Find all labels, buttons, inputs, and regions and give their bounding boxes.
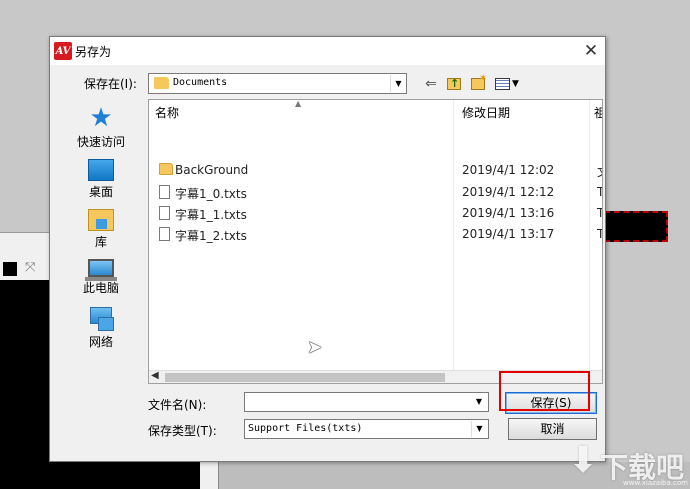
list-item[interactable]: 字幕1_2.txts 2019/4/1 13:17 T	[157, 224, 602, 245]
save-as-dialog: AV 另存为 ✕ 保存在(I): Documents ▼ ⇐ ▼ ★ 快速访问 …	[49, 36, 606, 462]
item-name: 字幕1_0.txts	[175, 187, 247, 201]
item-type: T	[597, 227, 602, 241]
new-folder-button[interactable]	[469, 70, 487, 93]
watermark-url: www.xiazaiba.com	[623, 479, 688, 487]
list-item[interactable]: 字幕1_0.txts 2019/4/1 12:12 T	[157, 182, 602, 203]
close-button[interactable]: ✕	[581, 41, 601, 61]
item-name: BackGround	[175, 163, 249, 177]
download-arrow-icon: ⬇	[568, 440, 599, 481]
network-icon	[88, 307, 114, 331]
mouse-cursor-icon: ➤	[307, 337, 323, 358]
computer-icon	[85, 259, 117, 281]
chevron-down-icon[interactable]: ▼	[390, 75, 406, 92]
folder-icon	[159, 163, 173, 175]
column-header-name[interactable]: 名称	[155, 104, 179, 122]
file-type-select[interactable]: Support Files(txts) ▼	[244, 419, 489, 439]
file-name-combo[interactable]: ▼	[244, 392, 489, 412]
app-logo-icon: AV	[54, 42, 72, 60]
star-icon: ★	[89, 103, 113, 133]
library-icon	[88, 209, 114, 231]
column-header-date[interactable]: 修改日期	[462, 104, 510, 122]
place-library[interactable]: 库	[70, 207, 132, 250]
place-network[interactable]: 网络	[70, 307, 132, 350]
cancel-button[interactable]: 取消	[508, 418, 597, 440]
caret-down-icon: ▼	[512, 79, 519, 89]
place-label: 网络	[88, 335, 113, 349]
background-black-square	[3, 262, 17, 276]
place-label: 桌面	[88, 185, 113, 199]
place-label: 此电脑	[82, 281, 119, 295]
up-folder-button[interactable]	[445, 75, 463, 93]
list-item[interactable]: BackGround 2019/4/1 12:02 文	[157, 160, 602, 181]
scroll-left-icon[interactable]: ◀	[151, 370, 159, 381]
watermark-logo: ⬇ 下载吧 www.xiazaiba.com	[568, 440, 688, 488]
dialog-titlebar[interactable]: AV 另存为 ✕	[50, 37, 605, 65]
file-list[interactable]: ▲ 名称 修改日期 祖 BackGround 2019/4/1 12:02 文 …	[148, 99, 603, 384]
save-in-dropdown[interactable]: Documents ▼	[148, 73, 407, 94]
item-date: 2019/4/1 13:16	[462, 206, 555, 220]
place-this-pc[interactable]: 此电脑	[70, 255, 132, 296]
file-icon	[159, 185, 170, 199]
back-arrow-icon: ⇐	[425, 76, 437, 92]
view-menu-button[interactable]: ▼	[493, 75, 523, 93]
background-selection-box	[604, 211, 668, 242]
crop-icon: ⤧	[25, 260, 36, 275]
view-menu-icon	[495, 78, 510, 90]
item-name: 字幕1_2.txts	[175, 229, 247, 243]
place-desktop[interactable]: 桌面	[70, 157, 132, 200]
scrollbar-thumb[interactable]	[165, 373, 445, 382]
column-divider[interactable]	[589, 100, 590, 370]
place-label: 快速访问	[76, 135, 125, 149]
column-header-type[interactable]: 祖	[594, 104, 602, 122]
item-date: 2019/4/1 12:12	[462, 185, 555, 199]
list-item[interactable]: 字幕1_1.txts 2019/4/1 13:16 T	[157, 203, 602, 224]
save-in-label: 保存在(I):	[84, 77, 137, 91]
sort-ascending-icon: ▲	[295, 99, 302, 108]
place-quick-access[interactable]: ★ 快速访问	[70, 105, 132, 150]
desktop-icon	[88, 159, 114, 181]
new-folder-icon	[471, 70, 487, 90]
chevron-down-icon[interactable]: ▼	[471, 421, 487, 437]
file-icon	[159, 227, 170, 241]
back-button[interactable]: ⇐	[423, 75, 439, 93]
save-in-value: Documents	[173, 77, 228, 88]
folder-icon	[154, 77, 169, 89]
item-date: 2019/4/1 12:02	[462, 163, 555, 177]
dialog-title: 另存为	[75, 45, 112, 59]
file-type-label: 保存类型(T):	[148, 424, 217, 438]
chevron-down-icon[interactable]: ▼	[471, 394, 487, 410]
item-type: T	[597, 206, 602, 220]
item-name: 字幕1_1.txts	[175, 208, 247, 222]
item-date: 2019/4/1 13:17	[462, 227, 555, 241]
place-label: 库	[94, 235, 107, 249]
file-name-input[interactable]	[246, 394, 471, 410]
save-button-highlight	[499, 371, 590, 411]
up-folder-icon	[447, 75, 461, 93]
item-type: T	[597, 185, 602, 199]
item-type: 文	[597, 163, 602, 180]
file-icon	[159, 206, 170, 220]
file-type-value: Support Files(txts)	[248, 423, 363, 434]
file-name-label: 文件名(N):	[148, 398, 207, 412]
